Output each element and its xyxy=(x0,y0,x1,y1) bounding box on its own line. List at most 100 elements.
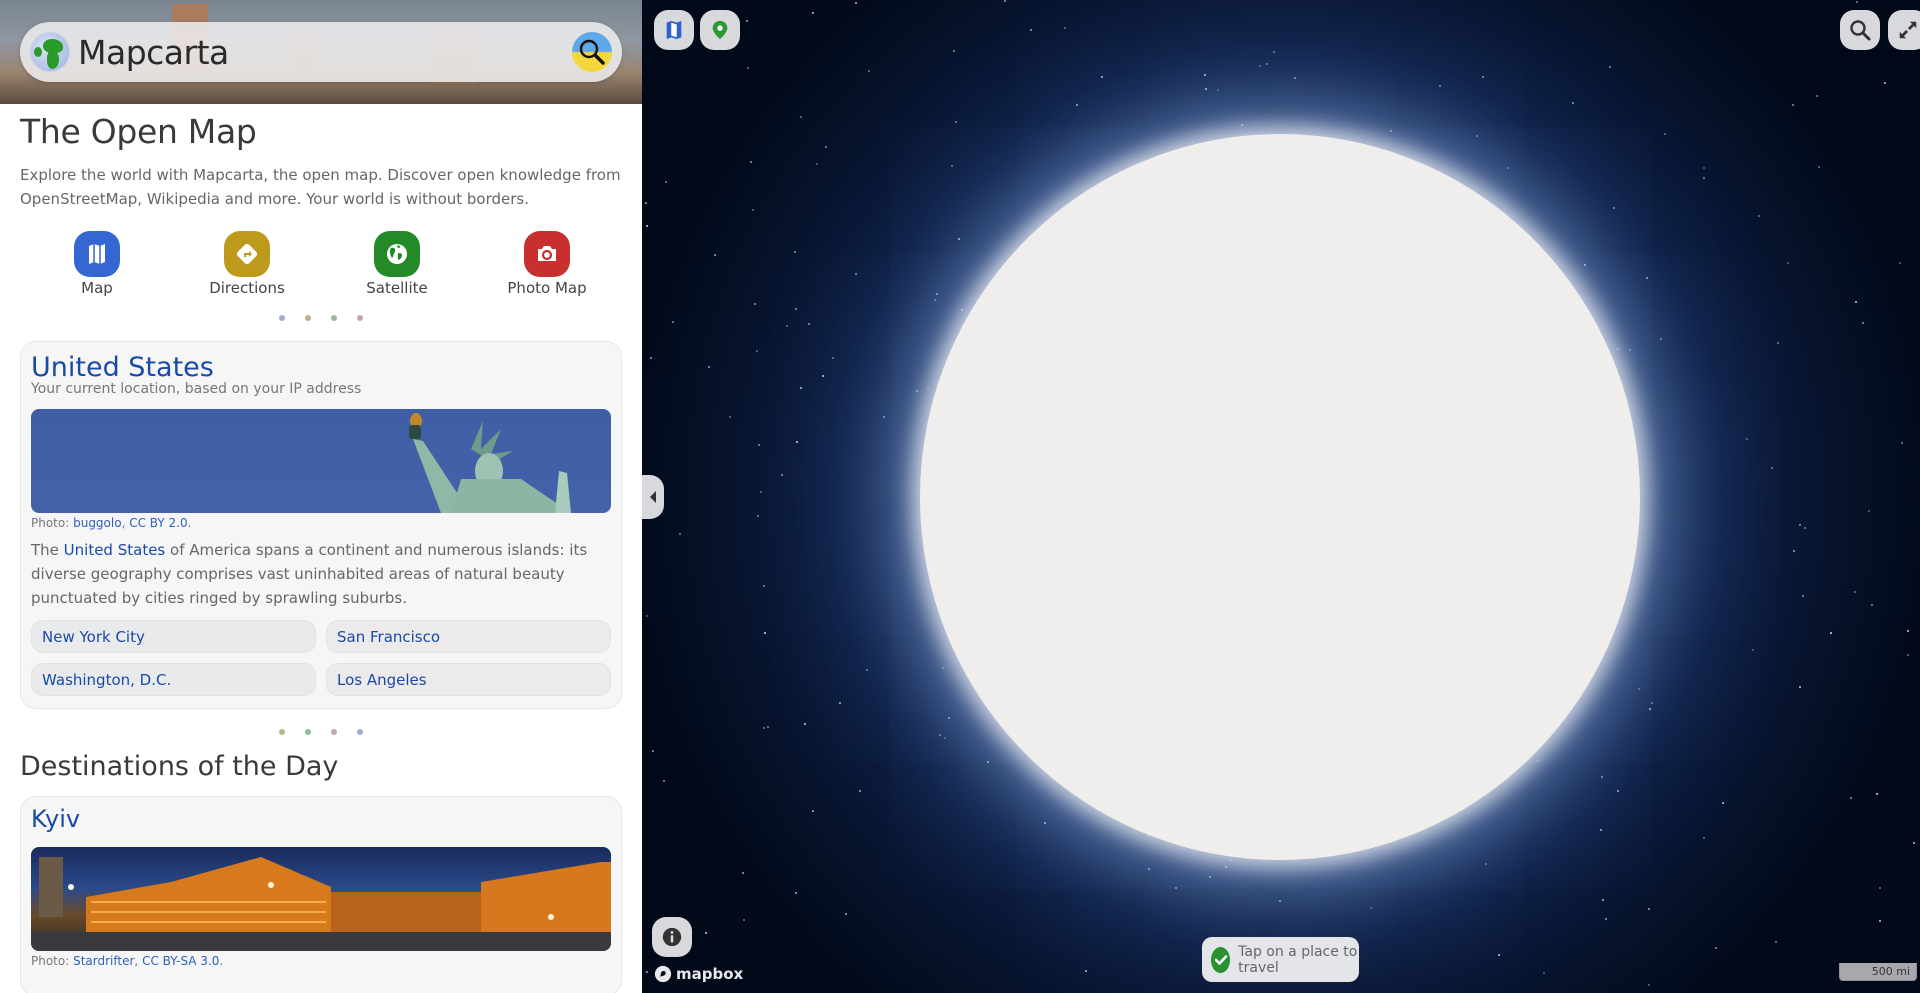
location-photo[interactable] xyxy=(31,409,611,513)
pager-dot[interactable] xyxy=(279,315,285,321)
quick-link-photo-map[interactable]: Photo Map xyxy=(497,231,597,297)
fullscreen-button[interactable] xyxy=(1888,10,1920,50)
star xyxy=(794,251,796,253)
star xyxy=(1638,688,1640,690)
city-chip[interactable]: San Francisco xyxy=(326,620,611,653)
photo-author-link[interactable]: buggolo xyxy=(73,516,121,530)
pager-dot[interactable] xyxy=(357,315,363,321)
star xyxy=(808,323,810,325)
star xyxy=(1879,920,1881,922)
star xyxy=(1209,876,1211,878)
star xyxy=(1854,591,1856,593)
star xyxy=(752,209,754,211)
star xyxy=(822,375,824,377)
pager-dot[interactable] xyxy=(279,729,285,735)
star xyxy=(650,357,652,359)
quick-link-directions[interactable]: Directions xyxy=(197,231,297,297)
star xyxy=(1030,29,1032,31)
star xyxy=(1609,66,1611,68)
star xyxy=(855,273,857,275)
photo-author-link[interactable]: Stardrifter xyxy=(73,954,134,968)
city-chip[interactable]: Los Angeles xyxy=(326,663,611,696)
camera-icon xyxy=(524,231,570,277)
credit-end: . xyxy=(219,954,224,968)
map-layers-button[interactable] xyxy=(654,10,694,50)
star xyxy=(948,717,950,719)
pager-dot[interactable] xyxy=(357,729,363,735)
star xyxy=(1758,215,1760,217)
star xyxy=(652,750,654,752)
map-icon xyxy=(74,231,120,277)
quick-link-map[interactable]: Map xyxy=(47,231,147,297)
star xyxy=(1793,550,1795,552)
star xyxy=(839,702,841,704)
photo-credit: Photo: Stardrifter, CC BY-SA 3.0. xyxy=(31,954,611,968)
star xyxy=(1507,167,1509,169)
kyiv-image xyxy=(31,857,611,951)
photo-license-link[interactable]: CC BY-SA 3.0 xyxy=(142,954,219,968)
credit-prefix: Photo: xyxy=(31,954,74,968)
city-chip[interactable]: Washington, D.C. xyxy=(31,663,316,696)
quick-link-label: Directions xyxy=(209,279,285,297)
star xyxy=(764,632,766,634)
mapbox-attribution[interactable]: mapbox xyxy=(654,965,743,983)
map-search-button[interactable] xyxy=(1840,10,1880,50)
directions-icon xyxy=(224,231,270,277)
travel-toast: Tap on a place to travel xyxy=(1202,937,1359,982)
star xyxy=(1439,85,1441,87)
star xyxy=(646,225,648,227)
pager-dot[interactable] xyxy=(331,729,337,735)
star xyxy=(1646,277,1648,279)
star xyxy=(705,932,707,934)
location-button[interactable] xyxy=(700,10,740,50)
destination-title[interactable]: Kyiv xyxy=(31,805,611,833)
star xyxy=(1799,686,1801,688)
collapse-sidebar-button[interactable] xyxy=(642,475,664,519)
star xyxy=(939,734,941,736)
star xyxy=(767,726,769,728)
star xyxy=(1217,89,1219,91)
pager-dot[interactable] xyxy=(305,315,311,321)
star xyxy=(1649,708,1651,710)
star xyxy=(1746,438,1748,440)
star xyxy=(825,146,827,148)
photo-license-link[interactable]: CC BY 2.0 xyxy=(129,516,187,530)
pager-dot[interactable] xyxy=(305,729,311,735)
star xyxy=(1792,104,1794,106)
star xyxy=(742,872,744,874)
info-button[interactable] xyxy=(652,917,692,957)
country-link[interactable]: United States xyxy=(64,541,166,559)
search-bar[interactable]: Mapcarta xyxy=(20,22,622,82)
star xyxy=(1876,793,1878,795)
desc-prefix: The xyxy=(31,541,64,559)
location-title[interactable]: United States xyxy=(31,352,611,383)
check-icon xyxy=(1211,946,1231,973)
city-chip[interactable]: New York City xyxy=(31,620,316,653)
star xyxy=(1617,790,1619,792)
star xyxy=(1076,104,1078,106)
star xyxy=(1485,863,1487,865)
star xyxy=(1004,0,1006,2)
star xyxy=(1856,1,1858,3)
star xyxy=(1629,349,1631,351)
star xyxy=(1225,866,1227,868)
star xyxy=(795,892,797,894)
star xyxy=(781,474,783,476)
star xyxy=(927,387,929,389)
star xyxy=(1101,76,1103,78)
star xyxy=(760,491,762,493)
search-button[interactable] xyxy=(572,32,612,72)
star xyxy=(679,533,681,535)
quick-link-satellite[interactable]: Satellite xyxy=(347,231,447,297)
map-canvas[interactable]: mapbox Tap on a place to travel 500 mi xyxy=(642,0,1920,993)
star xyxy=(1899,262,1901,264)
star xyxy=(1703,167,1705,169)
pager-dot[interactable] xyxy=(331,315,337,321)
globe-icon xyxy=(374,231,420,277)
star xyxy=(1584,264,1586,266)
star xyxy=(1085,970,1087,972)
destination-photo[interactable] xyxy=(31,847,611,951)
star xyxy=(855,2,857,4)
globe-view[interactable] xyxy=(920,134,1640,860)
star xyxy=(757,515,759,517)
